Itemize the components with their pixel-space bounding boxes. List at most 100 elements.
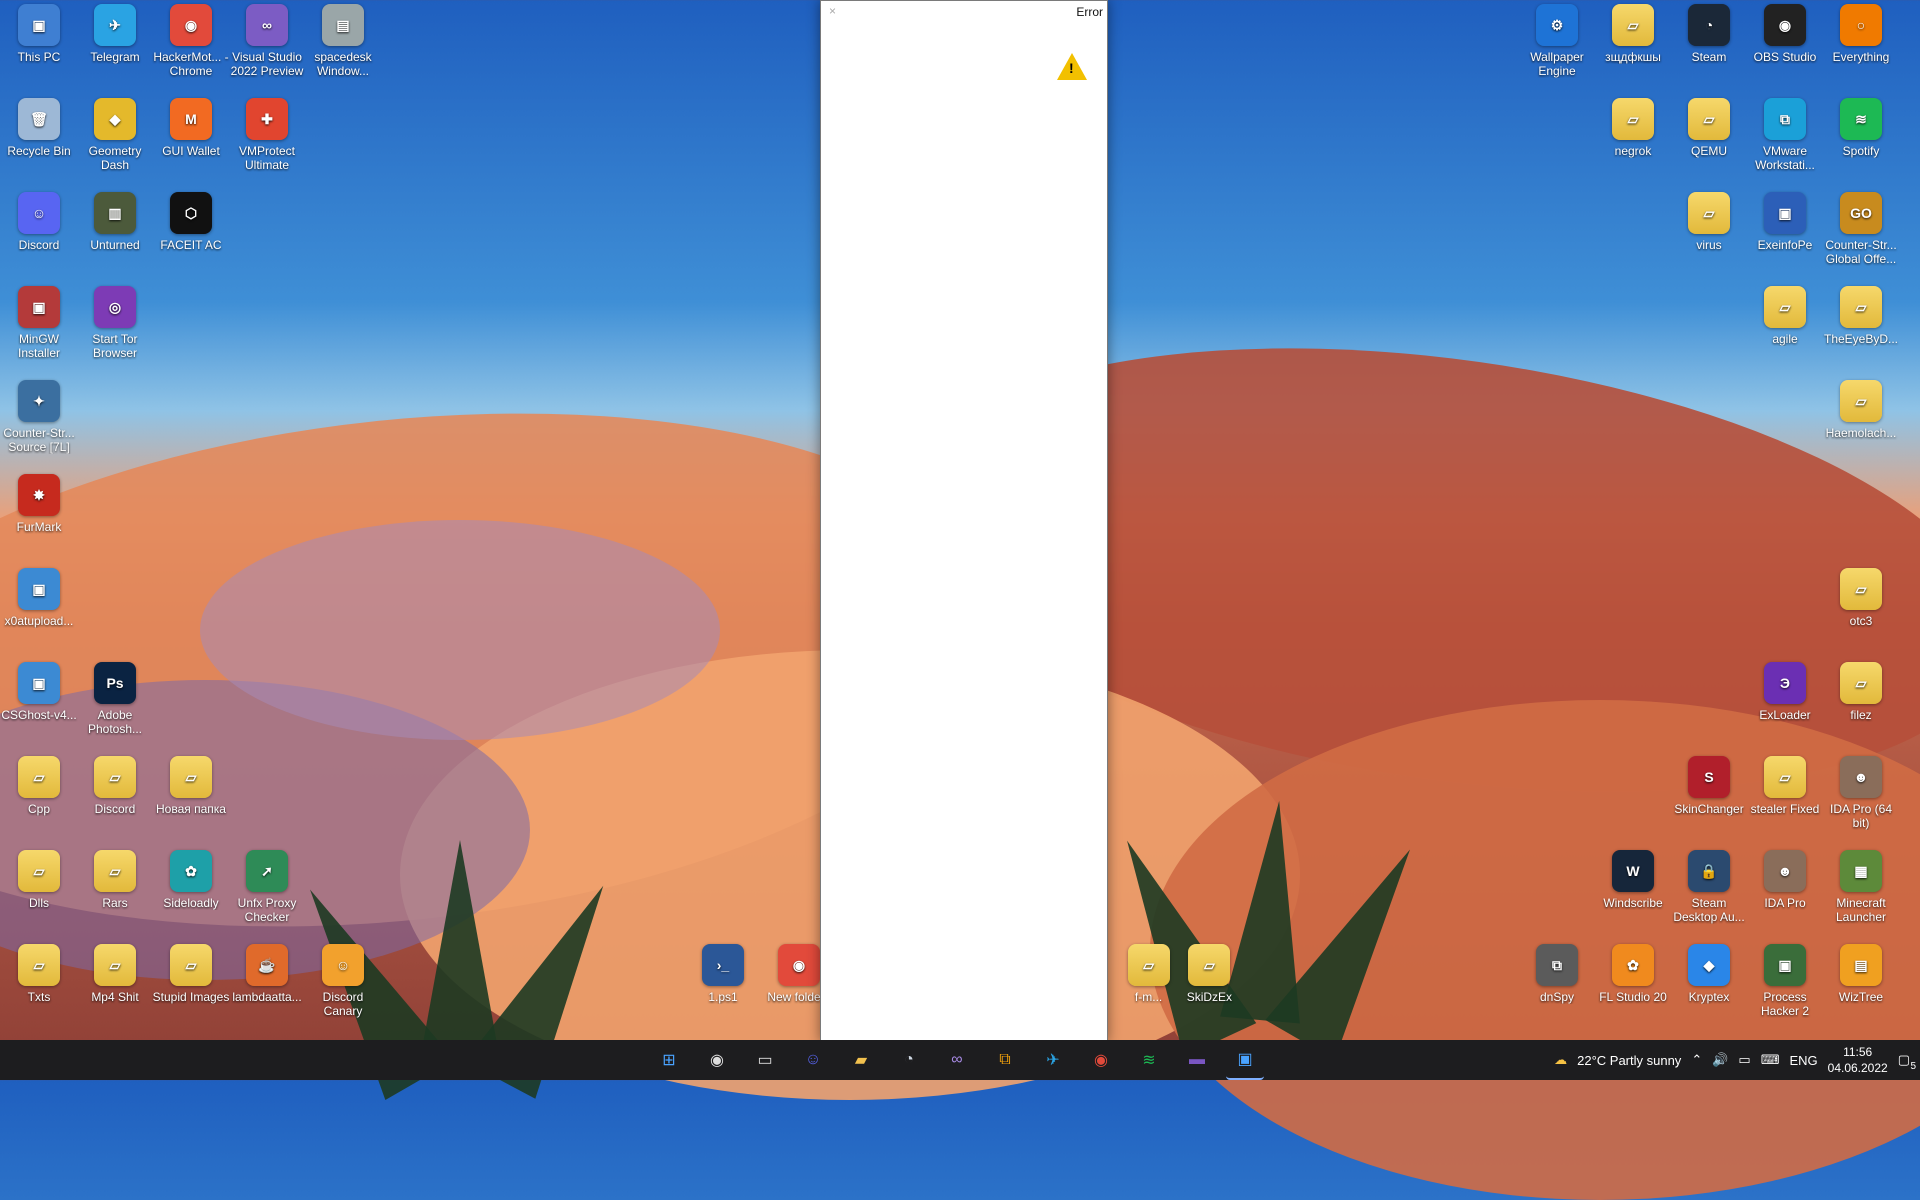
app-icon: 🔒	[1688, 850, 1730, 892]
tray-chevron-icon[interactable]: ⌃	[1691, 1052, 1702, 1068]
app-icon: ≋	[1840, 98, 1882, 140]
desktop-icon[interactable]: ▱ QEMU	[1672, 98, 1746, 186]
desktop-icon[interactable]: ▱ Haemolach...	[1824, 380, 1898, 468]
taskbar-error-window-icon[interactable]: ▣	[1226, 1040, 1264, 1080]
desktop-icon[interactable]: ≋ Spotify	[1824, 98, 1898, 186]
app-icon: ▱	[1840, 380, 1882, 422]
volume-icon[interactable]: 🔊	[1712, 1052, 1728, 1068]
app-icon: Э	[1764, 662, 1806, 704]
desktop-icon[interactable]: ▱ TheEyeByD...	[1824, 286, 1898, 374]
desktop-icon-label: agile	[1772, 332, 1798, 346]
clock[interactable]: 11:56 04.06.2022	[1828, 1044, 1888, 1076]
desktop-icon[interactable]: ▣ ExeinfoPe	[1748, 192, 1822, 280]
desktop-icon[interactable]: ✿ FL Studio 20	[1596, 944, 1670, 1032]
app-icon: ▱	[1840, 286, 1882, 328]
desktop-icon[interactable]: ▱ filez	[1824, 662, 1898, 750]
taskbar-ida-icon[interactable]: ▬	[1178, 1041, 1216, 1079]
weather-text[interactable]: 22°C Partly sunny	[1577, 1053, 1681, 1068]
app-icon: ▱	[1764, 286, 1806, 328]
app-icon: ▱	[1688, 192, 1730, 234]
desktop-icon[interactable]: S SkinChanger	[1672, 756, 1746, 844]
desktop-icon-label: Wallpaper Engine	[1530, 50, 1584, 78]
app-icon: ▱	[1764, 756, 1806, 798]
taskbar-discord-icon[interactable]: ☺	[794, 1041, 832, 1079]
app-icon: ○	[1840, 4, 1882, 46]
desktop-icon-label: Steam Desktop Au...	[1673, 896, 1745, 924]
desktop-icon[interactable]: W Windscribe	[1596, 850, 1670, 938]
desktop-icon-label: Kryptex	[1688, 990, 1730, 1004]
desktop-icon[interactable]: ▱ зщдфкшы	[1596, 4, 1670, 92]
desktop-icon-label: SkinChanger	[1674, 802, 1744, 816]
taskbar: ⊞ ◉ ▭ ☺ ▰ ◔ ∞ ⧉ ✈ ◉ ≋ ▬ ▣ ☁ 22°C Partly sunny ⌃ 🔊 ▭ …	[0, 1040, 1920, 1080]
warning-icon: !	[1057, 53, 1087, 80]
app-icon: S	[1688, 756, 1730, 798]
desktop-icon-label: Minecraft Launcher	[1835, 896, 1887, 924]
desktop-icon[interactable]: ⧉ VMware Workstati...	[1748, 98, 1822, 186]
taskbar-apps: ⊞ ◉ ▭ ☺ ▰ ◔ ∞ ⧉ ✈ ◉ ≋ ▬ ▣	[650, 1040, 1264, 1080]
app-icon: ☻	[1764, 850, 1806, 892]
desktop-icon-label: Spotify	[1842, 144, 1880, 158]
error-dialog[interactable]: × Error !	[820, 0, 1108, 1042]
desktop-icon-label: Windscribe	[1603, 896, 1663, 910]
keyboard-icon[interactable]: ⌨	[1761, 1052, 1780, 1068]
app-icon: ▱	[1840, 568, 1882, 610]
desktop-icon[interactable]: ▱ otc3	[1824, 568, 1898, 656]
app-icon: ▣	[1764, 944, 1806, 986]
taskbar-vmware-icon[interactable]: ⧉	[986, 1041, 1024, 1079]
language-indicator[interactable]: ENG	[1789, 1053, 1817, 1068]
taskbar-obs-icon[interactable]: ◉	[698, 1041, 736, 1079]
desktop-icon-label: ExLoader	[1759, 708, 1811, 722]
taskbar-chrome-icon[interactable]: ◉	[1082, 1041, 1120, 1079]
desktop-icon[interactable]: ◔ Steam	[1672, 4, 1746, 92]
taskbar-explorer-icon[interactable]: ▰	[842, 1041, 880, 1079]
weather-icon[interactable]: ☁	[1554, 1052, 1567, 1068]
network-icon[interactable]: ▭	[1738, 1052, 1750, 1068]
dialog-title: Error	[1076, 5, 1103, 19]
taskbar-telegram-icon[interactable]: ✈	[1034, 1041, 1072, 1079]
taskbar-visual-studio-icon[interactable]: ∞	[938, 1041, 976, 1079]
desktop-icon-label: ExeinfoPe	[1757, 238, 1813, 252]
desktop-icon-label: OBS Studio	[1753, 50, 1817, 64]
desktop-icon-label: Haemolach...	[1825, 426, 1897, 440]
desktop-icon[interactable]: ▦ Minecraft Launcher	[1824, 850, 1898, 938]
notification-count: 5	[1910, 1061, 1916, 1072]
desktop-icon[interactable]: 🔒 Steam Desktop Au...	[1672, 850, 1746, 938]
taskbar-terminal-icon[interactable]: ▭	[746, 1041, 784, 1079]
desktop-icon[interactable]: ▤ WizTree	[1824, 944, 1898, 1032]
desktop-icon[interactable]: ▱ agile	[1748, 286, 1822, 374]
app-icon: W	[1612, 850, 1654, 892]
desktop-icon-label: зщдфкшы	[1605, 50, 1661, 64]
app-icon: ◔	[1688, 4, 1730, 46]
desktop-icon[interactable]: ◆ Kryptex	[1672, 944, 1746, 1032]
desktop-icon[interactable]: ▣ Process Hacker 2	[1748, 944, 1822, 1032]
taskbar-steam-icon[interactable]: ◔	[890, 1041, 928, 1079]
desktop-icon[interactable]: GO Counter-Str... Global Offe...	[1824, 192, 1898, 280]
desktop-icon-label: filez	[1850, 708, 1872, 722]
desktop-icon[interactable]: ⧉ dnSpy	[1520, 944, 1594, 1032]
desktop-icon[interactable]: ☻ IDA Pro (64 bit)	[1824, 756, 1898, 844]
desktop-icon[interactable]: ▱ virus	[1672, 192, 1746, 280]
desktop-icon[interactable]: ○ Everything	[1824, 4, 1898, 92]
desktop-icon-label: stealer Fixed	[1750, 802, 1820, 816]
app-icon: GO	[1840, 192, 1882, 234]
desktop-icon-label: otc3	[1849, 614, 1873, 628]
desktop-icon[interactable]: ⚙ Wallpaper Engine	[1520, 4, 1594, 92]
desktop-icon[interactable]: ☻ IDA Pro	[1748, 850, 1822, 938]
app-icon: ⧉	[1764, 98, 1806, 140]
app-icon: ▱	[1688, 98, 1730, 140]
desktop-icon[interactable]: ▱ stealer Fixed	[1748, 756, 1822, 844]
app-icon: ▱	[1612, 4, 1654, 46]
desktop-icon[interactable]: ▱ negrok	[1596, 98, 1670, 186]
notification-icon[interactable]: ▢ 5	[1898, 1052, 1916, 1072]
close-button[interactable]: ×	[829, 4, 836, 18]
app-icon: ◆	[1688, 944, 1730, 986]
desktop-icon-label: VMware Workstati...	[1755, 144, 1815, 172]
taskbar-start-icon[interactable]: ⊞	[650, 1041, 688, 1079]
desktop-icon[interactable]: ◉ OBS Studio	[1748, 4, 1822, 92]
desktop-icon-label: Everything	[1832, 50, 1890, 64]
app-icon: ▤	[1840, 944, 1882, 986]
desktop-icon[interactable]: Э ExLoader	[1748, 662, 1822, 750]
desktop-icon-label: QEMU	[1691, 144, 1727, 158]
desktop-icon-label: Process Hacker 2	[1760, 990, 1810, 1018]
taskbar-spotify-icon[interactable]: ≋	[1130, 1041, 1168, 1079]
